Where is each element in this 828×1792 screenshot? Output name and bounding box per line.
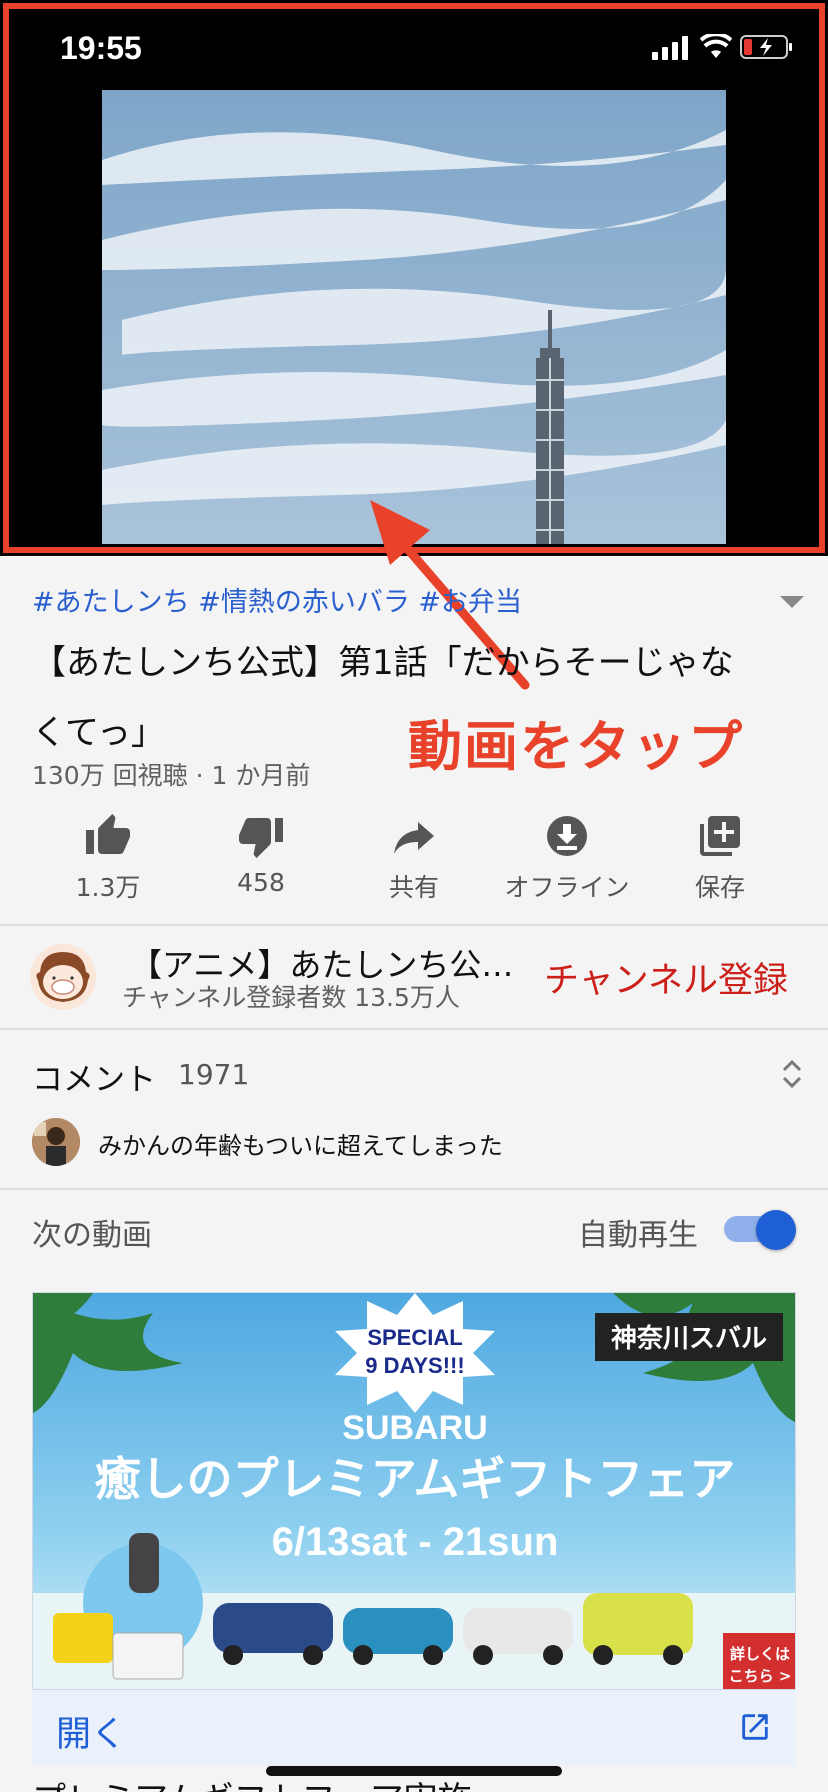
offline-button[interactable]: オフライン [491, 812, 643, 912]
video-title: 【あたしンち公式】第1話「だからそーじゃなくてっ」 [32, 643, 734, 753]
like-count: 1.3万 [75, 873, 141, 902]
add-to-playlist-icon [700, 816, 740, 856]
offline-label: オフライン [504, 873, 630, 902]
ad-special-badge-line-2: 9 DAYS!!! [365, 1353, 464, 1378]
thumb-up-icon [86, 814, 130, 854]
subscribe-button[interactable]: チャンネル登録 [544, 952, 788, 1003]
ad-brand: SUBARU [342, 1409, 487, 1447]
share-icon [394, 822, 434, 854]
like-button[interactable]: 1.3万 [32, 812, 184, 912]
share-button[interactable]: 共有 [338, 812, 490, 912]
ad-special-badge-line-1: SPECIAL [367, 1325, 462, 1350]
channel-avatar[interactable] [30, 944, 96, 1010]
ad-open-bar[interactable]: 開く [32, 1690, 796, 1766]
video-player[interactable]: 19:55 [0, 0, 828, 556]
thumb-down-icon [239, 818, 283, 858]
autoplay-toggle[interactable] [724, 1210, 796, 1250]
save-label: 保存 [694, 873, 745, 902]
video-meta: 130万 回視聴 · 1 か月前 [32, 761, 311, 790]
battery-charging-icon [740, 35, 792, 59]
wifi-icon [700, 34, 732, 58]
up-next-label: 次の動画 [32, 1218, 152, 1253]
video-frame-sky-tower[interactable] [102, 90, 726, 544]
video-hashtags[interactable]: #あたしンち #情熱の赤いバラ #お弁当 [32, 580, 522, 619]
action-bar: 1.3万 458 共有 オフライン 保存 [32, 812, 796, 912]
toggle-knob [756, 1210, 796, 1250]
home-indicator [266, 1766, 562, 1776]
ad-headline: 癒しのプレミアムギフトフェア [95, 1452, 736, 1506]
dislike-count: 458 [237, 868, 285, 897]
cellular-signal-icon [652, 36, 688, 60]
ad-details-line-2: こちら > [729, 1667, 792, 1685]
external-link-icon[interactable] [738, 1710, 772, 1744]
comments-count: 1971 [178, 1058, 250, 1091]
ad-details-line-1: 詳しくは [730, 1645, 790, 1663]
expand-comments-icon[interactable] [780, 1056, 804, 1092]
channel-subscriber-count: チャンネル登録者数 13.5万人 [122, 983, 460, 1012]
divider [0, 1188, 828, 1190]
ad-open-link[interactable]: 開く [56, 1706, 126, 1757]
share-label: 共有 [388, 873, 439, 902]
save-button[interactable]: 保存 [644, 812, 796, 912]
ad-dealer-name: 神奈川スバル [611, 1324, 767, 1354]
ad-dates: 6/13sat - 21sun [272, 1520, 559, 1564]
divider [0, 924, 828, 926]
status-time: 19:55 [60, 30, 142, 66]
youtube-watch-page: 19:55 動画をタップ #あたしンち #情熱の赤いバラ #お弁当 【あたしンち… [0, 0, 828, 1792]
top-comment-text[interactable]: みかんの年齢もついに超えてしまった [98, 1126, 503, 1161]
download-icon [547, 816, 587, 856]
dislike-button[interactable]: 458 [185, 812, 337, 912]
status-bar: 19:55 [0, 0, 828, 92]
autoplay-label: 自動再生 [578, 1218, 698, 1253]
expand-description-icon[interactable] [780, 596, 804, 608]
ad-banner[interactable]: 神奈川スバル SPECIAL 9 DAYS!!! SUBARU 癒しのプレミアム… [32, 1292, 796, 1690]
divider [0, 1028, 828, 1030]
commenter-avatar [32, 1118, 80, 1166]
comments-header[interactable]: コメント [32, 1054, 156, 1099]
